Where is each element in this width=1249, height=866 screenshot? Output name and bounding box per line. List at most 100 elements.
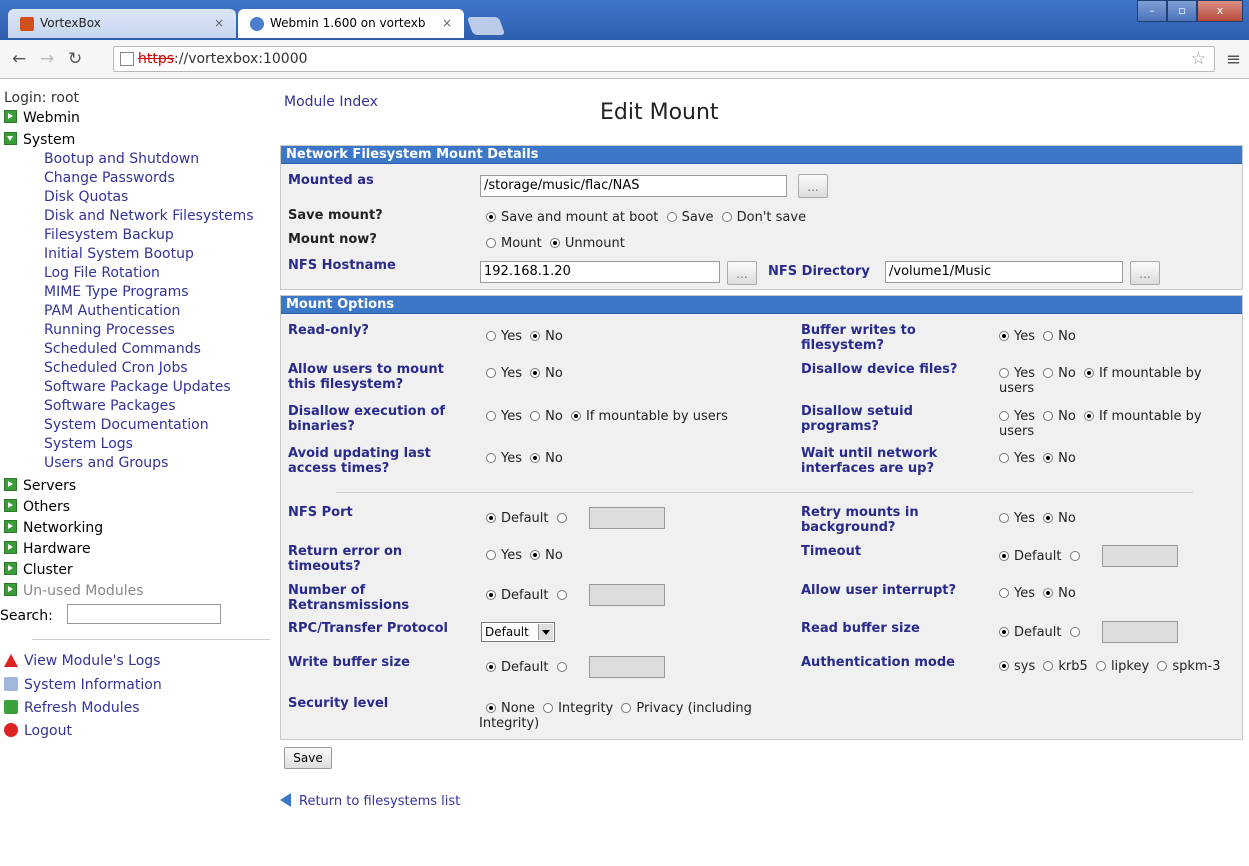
read-only-no-radio[interactable] [530, 331, 541, 341]
allow-mount-yes-radio[interactable] [486, 368, 496, 378]
maximize-icon[interactable]: ▫ [1167, 0, 1197, 22]
category-cluster[interactable]: Cluster [4, 562, 73, 578]
security-privacy-radio[interactable] [621, 703, 632, 713]
save-button[interactable]: Save [284, 747, 332, 769]
retry-no-radio[interactable] [1043, 513, 1054, 523]
auth-sys-radio[interactable] [999, 661, 1009, 671]
nfs-hostname-browse-button[interactable]: ... [727, 261, 757, 285]
new-tab-button[interactable] [466, 17, 506, 35]
timeout-custom-radio[interactable] [1069, 551, 1080, 561]
sidebar-item-pam[interactable]: PAM Authentication [44, 303, 180, 319]
write-buffer-custom-radio[interactable] [556, 662, 567, 672]
return-error-yes-radio[interactable] [486, 550, 496, 560]
tab-vortexbox[interactable]: VortexBox × [8, 9, 236, 38]
close-tab-icon[interactable]: × [214, 9, 224, 38]
atime-yes-radio[interactable] [486, 453, 496, 463]
unmount-radio[interactable] [549, 238, 560, 248]
timeout-default-radio[interactable] [999, 551, 1009, 561]
return-error-no-radio[interactable] [530, 550, 541, 560]
exec-ifmount-radio[interactable] [570, 411, 581, 421]
auth-lipkey-radio[interactable] [1095, 661, 1106, 671]
wait-yes-radio[interactable] [999, 453, 1009, 463]
reload-icon[interactable]: ↻ [68, 49, 82, 69]
tab-webmin[interactable]: Webmin 1.600 on vortexb × [238, 9, 464, 38]
allow-mount-no-radio[interactable] [530, 368, 541, 378]
address-bar[interactable]: https://vortexbox:10000 ☆ [113, 46, 1215, 72]
forward-arrow-icon[interactable]: → [40, 49, 54, 69]
system-information-link[interactable]: System Information [4, 677, 162, 693]
interrupt-yes-radio[interactable] [999, 588, 1009, 598]
exec-yes-radio[interactable] [486, 411, 496, 421]
sidebar-item-disk-quotas[interactable]: Disk Quotas [44, 189, 128, 205]
sidebar-item-running-processes[interactable]: Running Processes [44, 322, 175, 338]
device-yes-radio[interactable] [999, 368, 1009, 378]
return-link[interactable]: Return to filesystems list [280, 793, 460, 809]
view-module-logs-link[interactable]: View Module's Logs [4, 653, 160, 669]
device-ifmount-radio[interactable] [1083, 368, 1094, 378]
timeout-input[interactable] [1102, 545, 1178, 567]
category-system[interactable]: System [4, 132, 75, 148]
category-webmin[interactable]: Webmin [4, 110, 80, 126]
sidebar-item-system-logs[interactable]: System Logs [44, 436, 133, 452]
interrupt-no-radio[interactable] [1043, 588, 1054, 598]
setuid-yes-radio[interactable] [999, 411, 1009, 421]
dont-save-radio[interactable] [721, 212, 732, 222]
atime-no-radio[interactable] [530, 453, 541, 463]
refresh-modules-link[interactable]: Refresh Modules [4, 700, 140, 716]
sidebar-item-change-passwords[interactable]: Change Passwords [44, 170, 175, 186]
setuid-no-radio[interactable] [1043, 411, 1054, 421]
menu-icon[interactable]: ≡ [1226, 49, 1241, 70]
close-window-icon[interactable]: x [1197, 0, 1243, 22]
search-input[interactable] [67, 604, 221, 624]
retry-yes-radio[interactable] [999, 513, 1009, 523]
read-only-yes-radio[interactable] [486, 331, 496, 341]
mounted-as-browse-button[interactable]: ... [798, 174, 828, 198]
write-buffer-default-radio[interactable] [486, 662, 496, 672]
mount-radio[interactable] [486, 238, 496, 248]
module-index-link[interactable]: Module Index [284, 94, 378, 110]
close-tab-icon[interactable]: × [442, 9, 452, 38]
nfs-port-custom-radio[interactable] [556, 513, 567, 523]
category-unused-modules[interactable]: Un-used Modules [4, 583, 144, 599]
back-arrow-icon[interactable]: ← [12, 49, 26, 69]
nfs-directory-input[interactable]: /volume1/Music [885, 261, 1123, 283]
save-radio[interactable] [666, 212, 677, 222]
sidebar-item-scheduled-commands[interactable]: Scheduled Commands [44, 341, 201, 357]
nfs-hostname-input[interactable]: 192.168.1.20 [480, 261, 720, 283]
wait-no-radio[interactable] [1043, 453, 1054, 463]
write-buffer-input[interactable] [589, 656, 665, 678]
retrans-default-radio[interactable] [486, 590, 496, 600]
bookmark-star-icon[interactable]: ☆ [1191, 49, 1206, 69]
sidebar-item-disk-network-filesystems[interactable]: Disk and Network Filesystems [44, 208, 254, 224]
rpc-protocol-select[interactable]: Default [481, 622, 555, 642]
sidebar-item-initial-bootup[interactable]: Initial System Bootup [44, 246, 194, 262]
mounted-as-input[interactable]: /storage/music/flac/NAS [480, 175, 787, 197]
auth-spkm3-radio[interactable] [1157, 661, 1168, 671]
sidebar-item-log-rotation[interactable]: Log File Rotation [44, 265, 160, 281]
security-none-radio[interactable] [486, 703, 496, 713]
read-buffer-input[interactable] [1102, 621, 1178, 643]
read-buffer-default-radio[interactable] [999, 627, 1009, 637]
buffer-yes-radio[interactable] [999, 331, 1009, 341]
save-boot-radio[interactable] [486, 212, 496, 222]
sidebar-item-software-packages[interactable]: Software Packages [44, 398, 176, 414]
security-integrity-radio[interactable] [543, 703, 554, 713]
retrans-custom-radio[interactable] [556, 590, 567, 600]
logout-link[interactable]: Logout [4, 723, 72, 739]
sidebar-item-bootup-shutdown[interactable]: Bootup and Shutdown [44, 151, 199, 167]
nfs-port-input[interactable] [589, 507, 665, 529]
num-retrans-input[interactable] [589, 584, 665, 606]
sidebar-item-cron-jobs[interactable]: Scheduled Cron Jobs [44, 360, 188, 376]
sidebar-item-filesystem-backup[interactable]: Filesystem Backup [44, 227, 174, 243]
read-buffer-custom-radio[interactable] [1069, 627, 1080, 637]
nfs-directory-browse-button[interactable]: ... [1130, 261, 1160, 285]
exec-no-radio[interactable] [530, 411, 541, 421]
setuid-ifmount-radio[interactable] [1083, 411, 1094, 421]
category-servers[interactable]: Servers [4, 478, 76, 494]
sidebar-item-users-groups[interactable]: Users and Groups [44, 455, 168, 471]
device-no-radio[interactable] [1043, 368, 1054, 378]
sidebar-item-mime-types[interactable]: MIME Type Programs [44, 284, 189, 300]
nfs-port-default-radio[interactable] [486, 513, 496, 523]
sidebar-item-system-docs[interactable]: System Documentation [44, 417, 209, 433]
minimize-icon[interactable]: – [1137, 0, 1167, 22]
